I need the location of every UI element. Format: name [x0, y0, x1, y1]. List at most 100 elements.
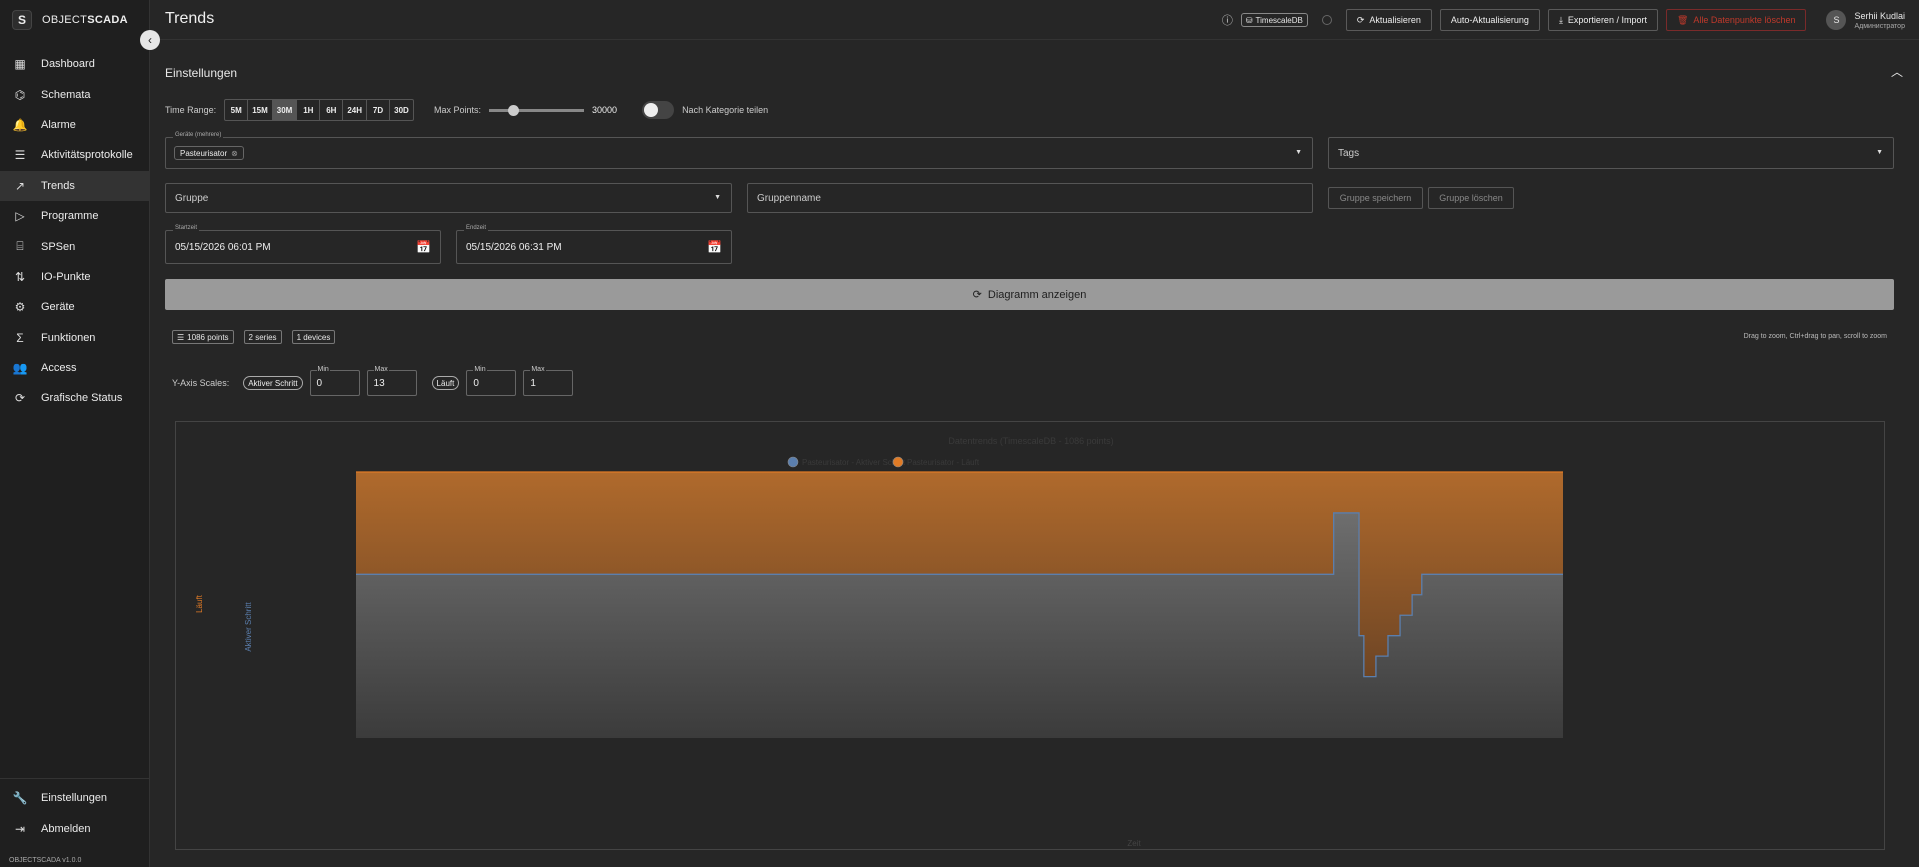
max-points-slider[interactable]	[489, 104, 585, 116]
range-button-24h[interactable]: 24H	[343, 100, 367, 120]
chart-stats: ☰ 1086 points 2 series 1 devices	[172, 330, 336, 344]
split-by-category-toggle[interactable]	[642, 101, 675, 119]
y-axis-scales-row: Y-Axis Scales: Aktiver Schritt Min 0 Max 1…	[172, 366, 580, 396]
users-icon: 👥	[12, 361, 28, 376]
export-import-button[interactable]: ⤓ Exportieren / Import	[1547, 9, 1658, 31]
group-name-placeholder: Gruppenname	[757, 193, 821, 204]
chart-title: Datentrends (TimescaleDB - 1086 points)	[948, 436, 1113, 446]
sidebar-item-access[interactable]: 👥 Access	[0, 353, 150, 383]
sidebar-item-dashboard[interactable]: ▦ Dashboard	[0, 49, 150, 79]
user-name: Serhii Kudlai	[1854, 11, 1905, 21]
collapse-sidebar-button[interactable]: ‹	[140, 30, 160, 50]
device-chip[interactable]: Pasteurisator ⊗	[174, 146, 244, 160]
wrench-icon: 🔧	[12, 791, 28, 806]
logout-icon: ⇥	[14, 821, 26, 836]
sidebar-nav: ▦ Dashboard ⌬ Schemata 🔔 Alarme ☰ Aktivitätspro…	[0, 49, 150, 414]
database-icon: ⛁	[1245, 15, 1253, 25]
plot-area	[356, 471, 1563, 738]
x-axis-label: Zeit	[1127, 839, 1141, 848]
devices-count-badge: 1 devices	[291, 330, 336, 344]
download-icon: ⤓	[1558, 14, 1563, 25]
group-name-input[interactable]: Gruppenname	[747, 183, 1313, 213]
chevron-down-icon: ▼	[1295, 149, 1302, 156]
running-max-input[interactable]: Max 1	[523, 366, 574, 396]
trend-icon: ↗	[14, 178, 26, 193]
gear-icon: ⚙	[14, 300, 26, 315]
max-points-label: Max Points:	[434, 105, 482, 115]
sidebar-item-schemata[interactable]: ⌬ Schemata	[0, 79, 150, 109]
sidebar-item-einstellungen[interactable]: 🔧 Einstellungen	[0, 783, 150, 813]
clear-all-datapoints-button[interactable]: 🗑 Alle Datenpunkte löschen	[1665, 9, 1807, 31]
sidebar-item-io-punkte[interactable]: ⇅ IO-Punkte	[0, 262, 150, 292]
sidebar-item-grafische-status[interactable]: ⟳ Grafische Status	[0, 383, 150, 413]
active-step-min-input[interactable]: Min 0	[309, 366, 360, 396]
y-axis-label-active-step: Aktiver Schritt	[244, 602, 253, 652]
range-button-30d[interactable]: 30D	[390, 100, 413, 120]
chevron-up-icon: ︿	[1890, 65, 1903, 79]
chip-close-icon[interactable]: ⊗	[231, 149, 238, 158]
range-button-1h[interactable]: 1H	[297, 100, 321, 120]
refresh-icon: ⟳	[1356, 14, 1365, 25]
end-time-input[interactable]: Endzeit 05/15/2026 06:31 PM 📅	[456, 225, 732, 264]
sidebar-item-abmelden[interactable]: ⇥ Abmelden	[0, 813, 150, 843]
legend-label[interactable]: Pasteurisator - Läuft	[907, 458, 980, 467]
sidebar-bottom-nav: 🔧 Einstellungen ⇥ Abmelden	[0, 778, 150, 844]
refresh-icon: ⟳	[14, 391, 26, 406]
main-content: Einstellungen ︿ Time Range: 5M 15M 30M 1H 6H…	[150, 41, 1919, 867]
db-badge: ⛁ TimescaleDB	[1240, 13, 1308, 27]
sidebar-item-trends[interactable]: ↗ Trends	[0, 170, 150, 201]
trend-chart[interactable]: Datentrends (TimescaleDB - 1086 points) …	[175, 421, 1885, 850]
sidebar-item-geräte[interactable]: ⚙ Geräte	[0, 292, 150, 322]
legend-label[interactable]: Pasteurisator - Aktiver Schritt	[802, 458, 906, 467]
list-icon: ☰	[14, 148, 26, 163]
calendar-icon[interactable]: 📅	[707, 240, 722, 254]
collapse-settings-button[interactable]: ︿	[1891, 63, 1903, 80]
user-menu[interactable]: S Serhii Kudlai Администратор	[1826, 10, 1905, 30]
auto-refresh-button[interactable]: Auto-Aktualisierung	[1439, 9, 1540, 31]
delete-group-button[interactable]: Gruppe löschen	[1428, 187, 1514, 209]
play-icon: ▷	[15, 209, 25, 224]
time-range-label: Time Range:	[165, 105, 217, 115]
trash-icon: 🗑	[1676, 14, 1689, 25]
save-group-button[interactable]: Gruppe speichern	[1328, 187, 1423, 209]
running-min-input[interactable]: Min 0	[466, 366, 517, 396]
avatar: S	[1826, 10, 1847, 30]
io-icon: ⇅	[14, 269, 26, 284]
tags-select[interactable]: Tags ▼	[1328, 137, 1894, 169]
calendar-icon[interactable]: 📅	[416, 240, 431, 254]
slider-thumb[interactable]	[507, 104, 519, 116]
group-select[interactable]: Gruppe ▼	[165, 183, 732, 213]
y-axis-label-running: Läuft	[195, 594, 204, 613]
devices-select[interactable]: Geräte (mehrere) Pasteurisator ⊗ ▼	[165, 132, 1313, 169]
sidebar-item-programme[interactable]: ▷ Programme	[0, 201, 150, 231]
sidebar-item-funktionen[interactable]: Σ Funktionen	[0, 323, 150, 353]
router-icon: ⌸	[16, 239, 24, 254]
range-button-30m[interactable]: 30M	[272, 100, 298, 120]
time-range-row: Time Range: 5M 15M 30M 1H 6H 24H 7D 30D Max Poi…	[165, 99, 768, 121]
tags-placeholder: Tags	[1338, 148, 1360, 159]
legend-swatch[interactable]	[892, 456, 904, 468]
chevron-down-icon: ▼	[714, 194, 721, 201]
refresh-button[interactable]: ⟳ Aktualisieren	[1345, 9, 1432, 31]
range-button-7d[interactable]: 7D	[367, 100, 390, 120]
bell-icon: 🔔	[12, 117, 28, 132]
trend-chart-svg[interactable]: Datentrends (TimescaleDB - 1086 points) …	[176, 422, 1886, 851]
legend-swatch[interactable]	[787, 456, 799, 468]
start-time-input[interactable]: Startzeit 05/15/2026 06:01 PM 📅	[165, 225, 441, 264]
list-icon: ☰	[177, 332, 185, 342]
sidebar-item-alarme[interactable]: 🔔 Alarme	[0, 110, 150, 140]
series-pill-running: Läuft	[431, 376, 460, 390]
active-step-max-input[interactable]: Max 13	[366, 366, 417, 396]
range-button-6h[interactable]: 6H	[320, 100, 344, 120]
app-version: OBJECTSCADA v1.0.0	[9, 857, 82, 864]
sidebar-item-spsen[interactable]: ⌸ SPSen	[0, 231, 150, 261]
show-chart-button[interactable]: ⟳ Diagramm anzeigen	[165, 279, 1894, 310]
range-button-5m[interactable]: 5M	[225, 100, 249, 120]
app-name: OBJECTSCADA	[42, 14, 128, 26]
toggle-knob	[644, 103, 659, 117]
start-time-legend: Startzeit	[173, 225, 200, 231]
range-button-15m[interactable]: 15M	[248, 100, 273, 120]
sidebar-item-aktivitätsprotokolle[interactable]: ☰ Aktivitätsprotokolle	[0, 140, 150, 170]
info-icon[interactable]: ⓘ	[1222, 12, 1233, 28]
group-placeholder: Gruppe	[175, 193, 209, 204]
